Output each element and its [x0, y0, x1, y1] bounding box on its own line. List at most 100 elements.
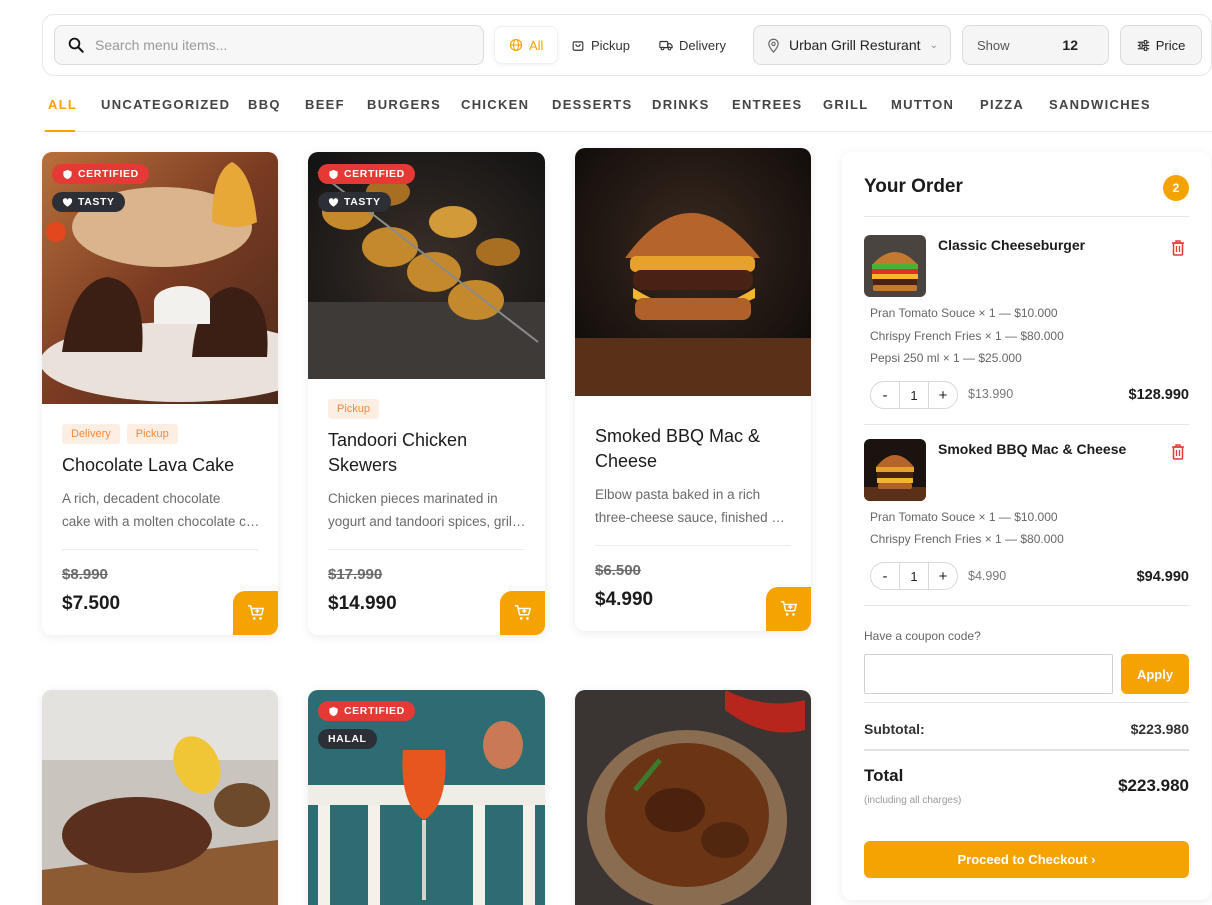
description-line: Elbow pasta baked in a rich [595, 487, 761, 502]
quantity-value[interactable]: 1 [899, 562, 929, 590]
price-filter-label: Price [1155, 37, 1186, 53]
quantity-stepper: - 1 + [870, 562, 958, 590]
order-item-name: Smoked BBQ Mac & Cheese [938, 441, 1127, 457]
order-item-addon: Chrispy French Fries × 1 — $80.000 [870, 329, 1064, 343]
tab-chicken[interactable]: CHICKEN [461, 97, 529, 112]
current-price: $7.500 [62, 593, 121, 614]
trash-icon[interactable] [1170, 239, 1186, 257]
certified-badge: CERTIFIED [318, 164, 415, 184]
product-image [308, 690, 545, 905]
mac-cheese-thumbnail [864, 439, 926, 501]
coupon-input[interactable] [864, 654, 1113, 694]
product-title[interactable]: Tandoori Chicken Skewers [328, 428, 531, 478]
coupon-label: Have a coupon code? [864, 629, 981, 643]
search-input[interactable] [95, 37, 455, 53]
tab-entrees[interactable]: ENTREES [732, 97, 803, 112]
add-to-cart-button[interactable] [233, 591, 278, 635]
old-price: $6.500 [595, 562, 641, 579]
checkout-button[interactable]: Proceed to Checkout › [864, 841, 1189, 878]
order-divider [864, 424, 1189, 425]
badge-label: TASTY [78, 196, 115, 208]
tab-grill[interactable]: GRILL [823, 97, 869, 112]
decrement-button[interactable]: - [871, 387, 899, 404]
price-filter-button[interactable]: Price [1120, 25, 1202, 65]
order-title: Your Order [864, 176, 963, 197]
tab-burgers[interactable]: BURGERS [367, 97, 441, 112]
total-value: $223.980 [1118, 776, 1189, 795]
tag-pickup: Pickup [126, 424, 178, 444]
old-price: $8.990 [62, 566, 108, 583]
mode-delivery-button[interactable]: Delivery [645, 26, 740, 64]
order-item-unit-price: $13.990 [968, 387, 1014, 401]
current-price: $4.990 [595, 589, 654, 610]
tab-drinks[interactable]: DRINKS [652, 97, 710, 112]
order-item-image [864, 235, 926, 297]
increment-button[interactable]: + [929, 568, 957, 585]
shield-icon [329, 169, 338, 179]
tab-pizza[interactable]: PIZZA [980, 97, 1024, 112]
certified-badge: CERTIFIED [318, 701, 415, 721]
product-description: Chicken pieces marinated in yogurt and t… [328, 487, 527, 533]
total-note: (including all charges) [864, 795, 962, 806]
product-card[interactable]: CERTIFIED HALAL [308, 690, 545, 905]
apply-coupon-button[interactable]: Apply [1121, 654, 1189, 694]
product-description: A rich, decadent chocolate cake with a m… [62, 487, 260, 533]
current-price: $14.990 [328, 593, 397, 614]
fulfillment-tags: Pickup [328, 399, 380, 419]
product-card[interactable] [42, 690, 278, 905]
trash-icon[interactable] [1170, 443, 1186, 461]
tab-desserts[interactable]: DESSERTS [552, 97, 632, 112]
order-divider [864, 216, 1189, 217]
shield-icon [329, 706, 338, 716]
product-title[interactable]: Chocolate Lava Cake [62, 453, 264, 478]
product-card[interactable]: CERTIFIED TASTY Delivery Pickup Chocolat… [42, 152, 278, 635]
product-card[interactable]: Smoked BBQ Mac & Cheese Elbow pasta bake… [575, 148, 811, 631]
mode-all-button[interactable]: All [494, 26, 559, 64]
card-divider [62, 549, 258, 550]
tab-uncategorized[interactable]: UNCATEGORIZED [101, 97, 230, 112]
filter-bar: All Pickup Delivery Urban Grill Resturan… [42, 14, 1212, 76]
show-count-select[interactable]: Show 12 [962, 25, 1109, 65]
order-item-image [864, 439, 926, 501]
tab-beef[interactable]: BEEF [305, 97, 345, 112]
increment-button[interactable]: + [929, 387, 957, 404]
map-pin-icon [768, 38, 779, 53]
order-item-addon: Pepsi 250 ml × 1 — $25.000 [870, 351, 1022, 365]
order-item-total: $94.990 [1136, 569, 1189, 585]
card-divider [595, 545, 791, 546]
product-card[interactable] [575, 690, 811, 905]
product-image [575, 148, 811, 396]
search-box[interactable] [54, 25, 484, 65]
order-count-badge: 2 [1163, 175, 1189, 201]
show-value: 12 [1062, 37, 1078, 53]
quantity-value[interactable]: 1 [899, 381, 929, 409]
halal-badge: HALAL [318, 729, 377, 749]
add-to-cart-button[interactable] [766, 587, 811, 631]
add-to-cart-button[interactable] [500, 591, 545, 635]
search-icon [68, 37, 84, 53]
mode-pickup-button[interactable]: Pickup [557, 26, 644, 64]
category-tabs: ALL UNCATEGORIZED BBQ BEEF BURGERS CHICK… [42, 86, 1212, 132]
tab-bbq[interactable]: BBQ [248, 97, 281, 112]
quantity-stepper: - 1 + [870, 381, 958, 409]
location-select[interactable]: Urban Grill Resturant ⌄ [753, 25, 951, 65]
order-item-total: $128.990 [1128, 387, 1189, 403]
product-image [42, 152, 278, 404]
product-title[interactable]: Smoked BBQ Mac & Cheese [595, 424, 797, 474]
decrement-button[interactable]: - [871, 568, 899, 585]
heart-icon [62, 197, 73, 207]
sliders-icon [1137, 39, 1149, 51]
product-card[interactable]: CERTIFIED TASTY Pickup Tandoori Chicken … [308, 152, 545, 635]
heart-icon [328, 197, 339, 207]
order-item-unit-price: $4.990 [968, 569, 1007, 583]
card-divider [328, 549, 525, 550]
mode-all-label: All [529, 37, 544, 53]
tab-mutton[interactable]: MUTTON [891, 97, 954, 112]
tab-all[interactable]: ALL [48, 97, 77, 112]
description-line: cake with a molten chocolate center [62, 514, 260, 529]
tab-sandwiches[interactable]: SANDWICHES [1049, 97, 1151, 112]
fulfillment-tags: Delivery Pickup [62, 424, 178, 444]
truck-icon [659, 40, 673, 51]
description-line: yogurt and tandoori spices, grilled [328, 514, 527, 529]
globe-icon [509, 38, 523, 52]
